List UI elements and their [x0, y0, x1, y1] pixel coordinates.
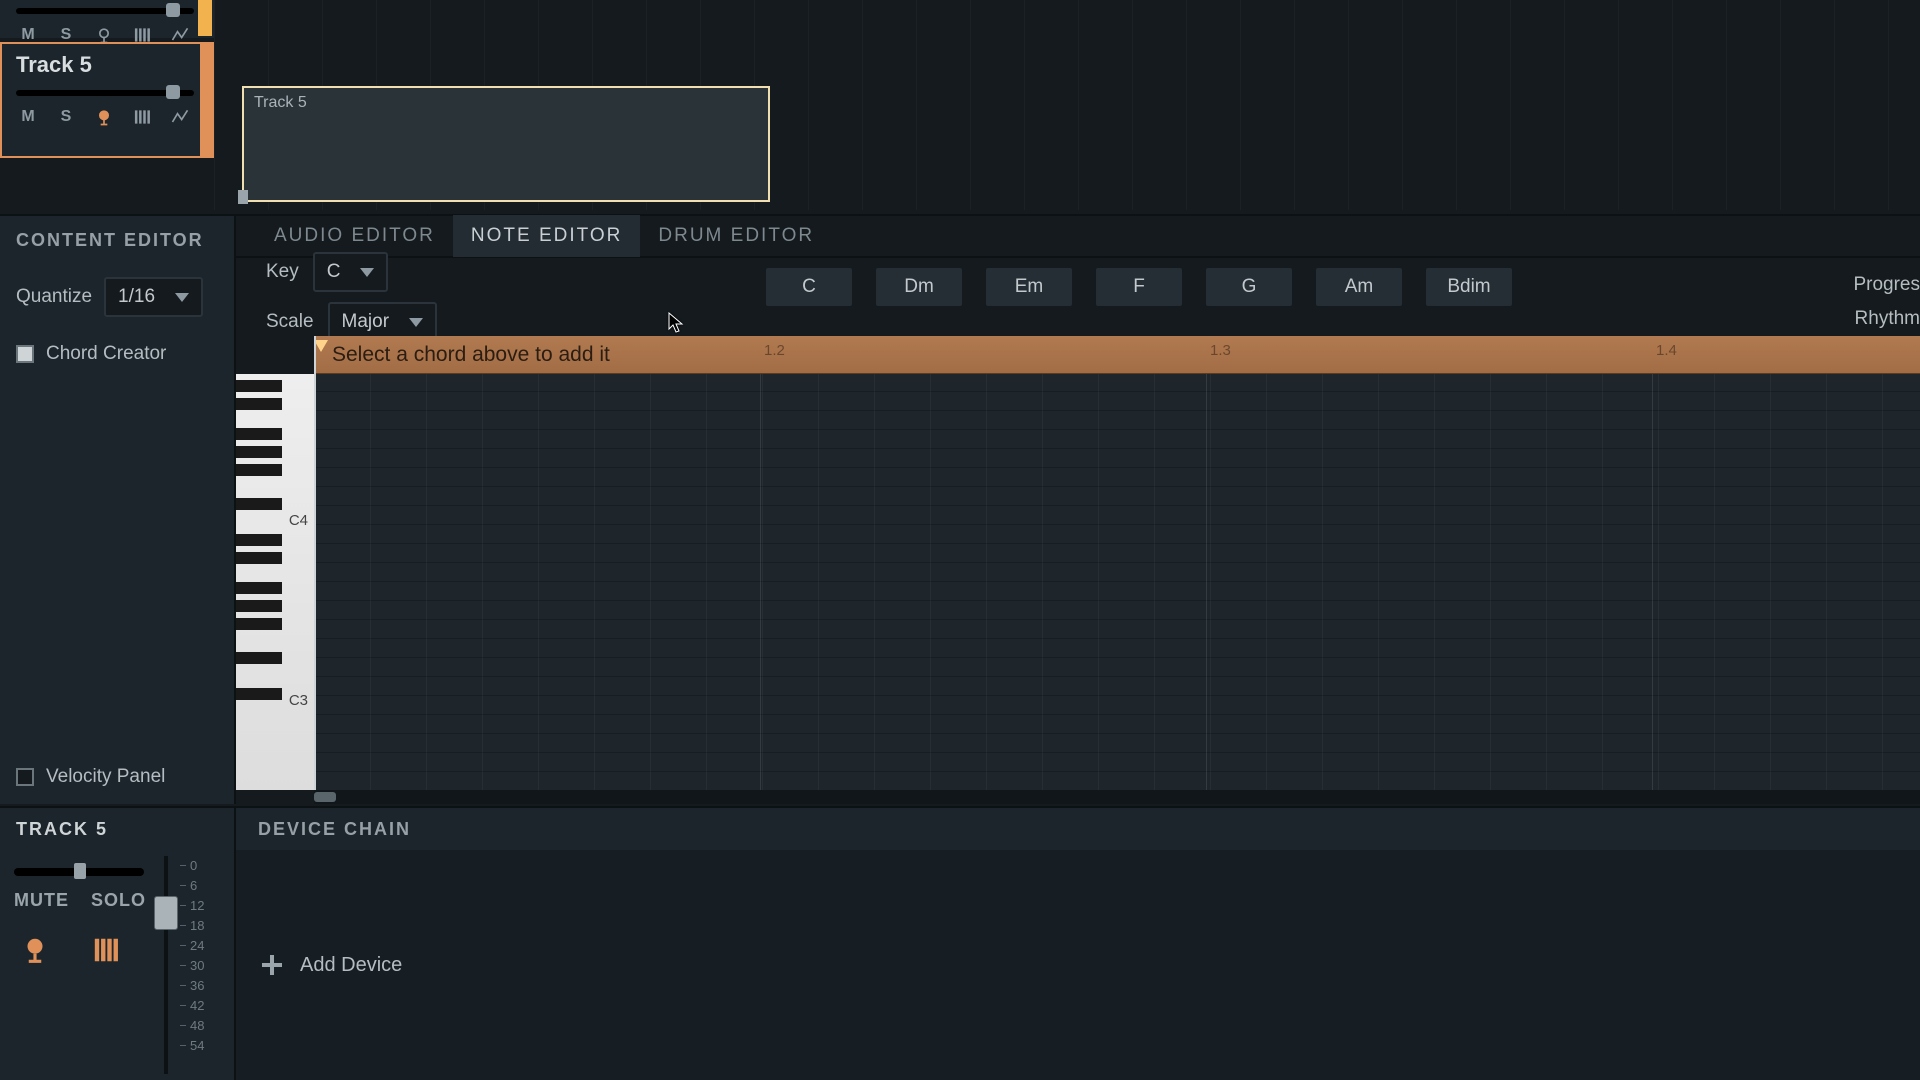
- timeline[interactable]: Track 5: [214, 0, 1920, 210]
- mute-button[interactable]: MUTE: [14, 890, 69, 911]
- midi-clip[interactable]: Track 5: [242, 86, 770, 202]
- quantize-label: Quantize: [16, 286, 92, 308]
- tab-audio-editor[interactable]: AUDIO EDITOR: [256, 215, 453, 257]
- slider-knob[interactable]: [166, 85, 180, 99]
- automation-icon[interactable]: [168, 106, 192, 128]
- chord-button-am[interactable]: Am: [1316, 268, 1402, 306]
- clip-resize-handle[interactable]: [238, 190, 248, 204]
- track-header-5[interactable]: Track 5 M S: [0, 42, 214, 158]
- key-dropdown[interactable]: C: [313, 252, 389, 292]
- panel-title: CONTENT EDITOR: [16, 230, 218, 251]
- pan-knob[interactable]: [74, 863, 86, 879]
- track-area: Track 4 M S Track 5: [0, 0, 1920, 210]
- plus-icon: [260, 953, 284, 977]
- bar-label: 1.2: [764, 342, 785, 359]
- piano-roll-grid[interactable]: [314, 374, 1920, 790]
- chevron-down-icon: [360, 268, 374, 277]
- right-side-labels: Progres Rhythm: [1853, 268, 1920, 336]
- db-tick: 6: [190, 878, 197, 893]
- editor-row: CONTENT EDITOR Quantize 1/16 Chord Creat…: [0, 214, 1920, 804]
- mixer-strip: MUTE SOLO 0 6 12 18 24 30 36 42 48: [0, 850, 236, 1080]
- fader-track: [164, 856, 168, 1074]
- tab-note-editor[interactable]: NOTE EDITOR: [453, 215, 641, 257]
- chevron-down-icon: [409, 318, 423, 327]
- scale-label: Scale: [266, 311, 314, 333]
- editor-tab-bar: AUDIO EDITOR NOTE EDITOR DRUM EDITOR: [236, 216, 1920, 258]
- track-name: Track 5: [16, 52, 200, 78]
- solo-button[interactable]: SOLO: [91, 890, 146, 911]
- piano-roll-icon[interactable]: [88, 931, 126, 969]
- clip-label: Track 5: [254, 94, 307, 112]
- editor-main: AUDIO EDITOR NOTE EDITOR DRUM EDITOR Key…: [236, 216, 1920, 804]
- volume-fader[interactable]: 0 6 12 18 24 30 36 42 48 54: [150, 856, 230, 1074]
- device-chain-title: DEVICE CHAIN: [236, 808, 1920, 850]
- playhead-marker-icon[interactable]: [314, 340, 328, 352]
- chord-button-dm[interactable]: Dm: [876, 268, 962, 306]
- chevron-down-icon: [175, 293, 189, 302]
- bottom-row: TRACK 5 DEVICE CHAIN MUTE SOLO 0 6 12 18: [0, 806, 1920, 1080]
- db-tick: 48: [190, 1018, 204, 1033]
- content-editor-panel: CONTENT EDITOR Quantize 1/16 Chord Creat…: [0, 216, 236, 804]
- scale-value: Major: [342, 311, 390, 333]
- key-label: Key: [266, 261, 299, 283]
- track-headers-column: Track 4 M S Track 5: [0, 0, 214, 210]
- velocity-panel-checkbox[interactable]: [16, 768, 34, 786]
- progression-label[interactable]: Progres: [1853, 268, 1920, 302]
- db-tick: 12: [190, 898, 204, 913]
- chord-creator-checkbox[interactable]: [16, 345, 34, 363]
- chord-button-em[interactable]: Em: [986, 268, 1072, 306]
- track-header-4[interactable]: Track 4 M S: [0, 0, 214, 38]
- quantize-dropdown[interactable]: 1/16: [104, 277, 203, 317]
- key-value: C: [327, 261, 341, 283]
- bar-label: 1.3: [1210, 342, 1231, 359]
- db-tick: 30: [190, 958, 204, 973]
- chord-creator-label: Chord Creator: [46, 343, 166, 365]
- record-arm-icon[interactable]: [92, 106, 116, 128]
- piano-roll-icon[interactable]: [130, 106, 154, 128]
- db-scale: 0 6 12 18 24 30 36 42 48 54: [190, 856, 230, 1074]
- mute-button[interactable]: M: [16, 106, 40, 128]
- track-color-stripe: [200, 44, 214, 156]
- db-tick: 0: [190, 858, 197, 873]
- slider-knob[interactable]: [166, 3, 180, 17]
- db-tick: 36: [190, 978, 204, 993]
- quantize-value: 1/16: [118, 286, 155, 308]
- db-tick: 42: [190, 998, 204, 1013]
- velocity-panel-label: Velocity Panel: [46, 766, 165, 788]
- add-device-button[interactable]: Add Device: [260, 953, 402, 977]
- piano-roll-ruler[interactable]: Select a chord above to add it 1.2 1.3 1…: [314, 336, 1920, 374]
- solo-button[interactable]: S: [54, 106, 78, 128]
- db-tick: 18: [190, 918, 204, 933]
- tab-drum-editor[interactable]: DRUM EDITOR: [640, 215, 832, 257]
- piano-roll: Select a chord above to add it 1.2 1.3 1…: [236, 336, 1920, 804]
- chord-button-g[interactable]: G: [1206, 268, 1292, 306]
- db-tick: 24: [190, 938, 204, 953]
- fader-handle[interactable]: [154, 896, 178, 930]
- db-tick: 54: [190, 1038, 204, 1053]
- chord-hint: Select a chord above to add it: [324, 343, 610, 367]
- pan-slider[interactable]: [14, 868, 144, 876]
- chord-button-f[interactable]: F: [1096, 268, 1182, 306]
- key-label-c4: C4: [289, 512, 308, 529]
- chord-button-bdim[interactable]: Bdim: [1426, 268, 1512, 306]
- add-device-label: Add Device: [300, 954, 402, 977]
- mouse-cursor-icon: [668, 312, 684, 334]
- device-chain-body[interactable]: Add Device: [236, 850, 1920, 1080]
- playhead-line[interactable]: [314, 336, 316, 790]
- record-arm-icon[interactable]: [16, 931, 54, 969]
- chord-buttons: C Dm Em F G Am Bdim: [766, 268, 1512, 306]
- mixer-track-title: TRACK 5: [0, 808, 236, 850]
- chord-toolbar: Key C Scale Major C Dm Em: [236, 258, 1920, 336]
- scrollbar-thumb[interactable]: [314, 792, 336, 802]
- chord-button-c[interactable]: C: [766, 268, 852, 306]
- key-label-c3: C3: [289, 692, 308, 709]
- piano-keys[interactable]: C4 C3: [236, 374, 314, 790]
- track-volume-slider[interactable]: [16, 8, 194, 14]
- track-volume-slider[interactable]: [16, 90, 194, 96]
- track-color-stripe: [198, 0, 212, 36]
- rhythm-label[interactable]: Rhythm: [1853, 302, 1920, 336]
- horizontal-scrollbar[interactable]: [314, 790, 1920, 804]
- bar-label: 1.4: [1656, 342, 1677, 359]
